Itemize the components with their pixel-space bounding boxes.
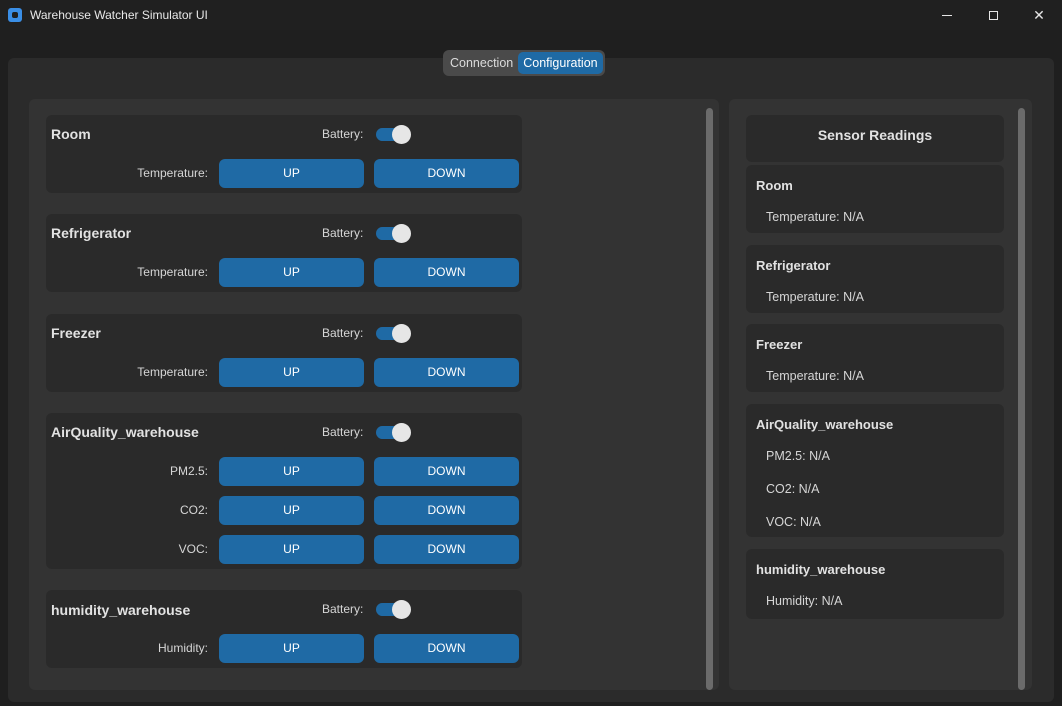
sensor-name: Room: [756, 178, 793, 193]
sensor-panel-scrollbar[interactable]: [1018, 108, 1025, 690]
sensor-value: PM2.5: N/A: [766, 449, 830, 463]
sensor-card-freezer: Freezer Temperature: N/A: [746, 324, 1004, 392]
temperature-down-button[interactable]: DOWN: [374, 258, 519, 287]
device-name: Refrigerator: [51, 225, 132, 241]
sensor-card-airquality-warehouse: AirQuality_warehouse PM2.5: N/A CO2: N/A…: [746, 404, 1004, 537]
sensor-value: Temperature: N/A: [766, 210, 864, 224]
device-card-freezer: Freezer Battery: Temperature: UP DOWN: [46, 314, 522, 392]
temperature-down-button[interactable]: DOWN: [374, 159, 519, 188]
battery-label: Battery:: [322, 326, 364, 340]
temperature-up-button[interactable]: UP: [219, 358, 364, 387]
sensor-readings-header: Sensor Readings: [746, 115, 1004, 162]
pm25-down-button[interactable]: DOWN: [374, 457, 519, 486]
tab-configuration[interactable]: Configuration: [518, 52, 603, 74]
device-panel-scrollbar[interactable]: [706, 108, 713, 690]
device-name: humidity_warehouse: [51, 602, 191, 618]
device-card-airquality-warehouse: AirQuality_warehouse Battery: PM2.5: UP …: [46, 413, 522, 569]
sensor-name: Freezer: [756, 337, 803, 352]
temperature-up-button[interactable]: UP: [219, 258, 364, 287]
battery-toggle[interactable]: [376, 600, 412, 619]
sensor-value: CO2: N/A: [766, 482, 820, 496]
sensor-value: Temperature: N/A: [766, 369, 864, 383]
battery-toggle[interactable]: [376, 224, 412, 243]
device-name: Freezer: [51, 325, 101, 341]
minimize-icon: [942, 14, 952, 16]
device-name: AirQuality_warehouse: [51, 424, 199, 440]
co2-up-button[interactable]: UP: [219, 496, 364, 525]
temperature-label: Temperature:: [137, 166, 208, 180]
battery-label: Battery:: [322, 226, 364, 240]
app-icon: [8, 8, 22, 22]
close-icon: ✕: [1033, 6, 1045, 23]
sensor-value: Humidity: N/A: [766, 594, 843, 608]
co2-label: CO2:: [179, 503, 208, 517]
minimize-button[interactable]: [924, 0, 970, 30]
voc-down-button[interactable]: DOWN: [374, 535, 519, 564]
sensor-card-room: Room Temperature: N/A: [746, 165, 1004, 233]
sensor-readings-title: Sensor Readings: [817, 127, 933, 143]
close-button[interactable]: ✕: [1016, 0, 1062, 30]
pm25-label: PM2.5:: [169, 464, 208, 478]
temperature-up-button[interactable]: UP: [219, 159, 364, 188]
window-controls: ✕: [924, 0, 1062, 30]
humidity-up-button[interactable]: UP: [219, 634, 364, 663]
voc-up-button[interactable]: UP: [219, 535, 364, 564]
voc-label: VOC:: [178, 542, 208, 556]
device-card-room: Room Battery: Temperature: UP DOWN: [46, 115, 522, 193]
window-title: Warehouse Watcher Simulator UI: [30, 8, 208, 22]
sensor-value: Temperature: N/A: [766, 290, 864, 304]
battery-label: Battery:: [322, 602, 364, 616]
device-card-refrigerator: Refrigerator Battery: Temperature: UP DO…: [46, 214, 522, 292]
battery-label: Battery:: [322, 127, 364, 141]
battery-label: Battery:: [322, 425, 364, 439]
sensor-name: humidity_warehouse: [756, 562, 886, 577]
co2-down-button[interactable]: DOWN: [374, 496, 519, 525]
sensor-card-refrigerator: Refrigerator Temperature: N/A: [746, 245, 1004, 313]
tab-connection[interactable]: Connection: [445, 52, 518, 74]
title-bar: Warehouse Watcher Simulator UI ✕: [0, 0, 1062, 30]
humidity-down-button[interactable]: DOWN: [374, 634, 519, 663]
temperature-label: Temperature:: [137, 365, 208, 379]
battery-toggle[interactable]: [376, 324, 412, 343]
sensor-card-humidity-warehouse: humidity_warehouse Humidity: N/A: [746, 549, 1004, 619]
maximize-icon: [988, 10, 998, 20]
pm25-up-button[interactable]: UP: [219, 457, 364, 486]
sensor-value: VOC: N/A: [766, 515, 821, 529]
battery-toggle[interactable]: [376, 423, 412, 442]
device-name: Room: [51, 126, 91, 142]
maximize-button[interactable]: [970, 0, 1016, 30]
tab-bar: Connection Configuration: [443, 50, 605, 76]
sensor-name: Refrigerator: [756, 258, 831, 273]
sensor-name: AirQuality_warehouse: [756, 417, 894, 432]
temperature-label: Temperature:: [137, 265, 208, 279]
battery-toggle[interactable]: [376, 125, 412, 144]
device-card-humidity-warehouse: humidity_warehouse Battery: Humidity: UP…: [46, 590, 522, 668]
temperature-down-button[interactable]: DOWN: [374, 358, 519, 387]
humidity-label: Humidity:: [157, 641, 208, 655]
